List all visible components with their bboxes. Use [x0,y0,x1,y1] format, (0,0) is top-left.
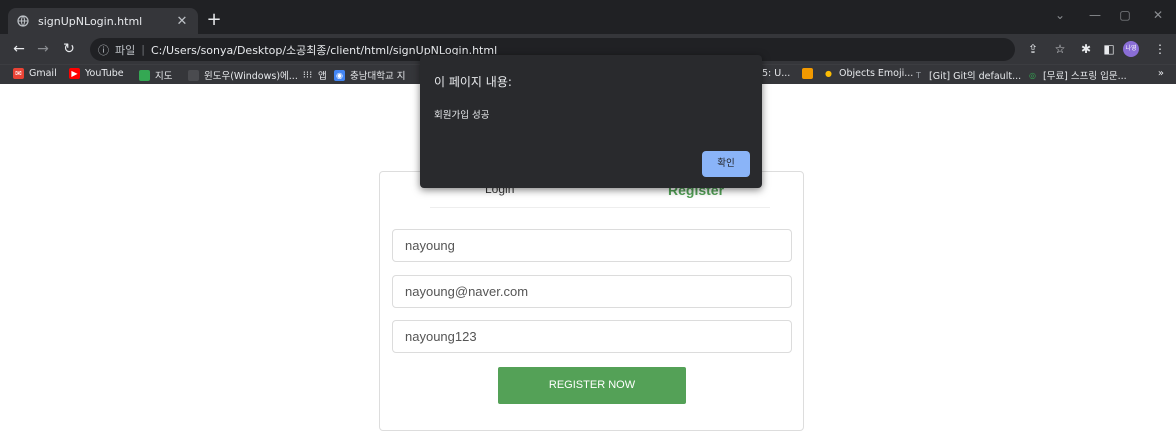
register-panel: Login Register nayoung nayoung@naver.com… [379,171,804,431]
bookmark-emoji[interactable]: ● Objects Emoji... [823,68,913,79]
bookmark-star-icon[interactable]: ☆ [1052,41,1068,57]
reload-icon[interactable]: ↻ [60,40,78,58]
gmail-icon: ✉ [13,68,24,79]
back-icon[interactable]: ← [10,40,28,58]
username-field[interactable]: nayoung [392,229,792,262]
tab-title: signUpNLogin.html [38,14,143,28]
password-field[interactable]: nayoung123 [392,320,792,353]
file-scheme-label: 파일 [115,43,136,57]
more-bookmarks-icon[interactable]: » [1158,68,1164,79]
orange-page-icon [802,68,813,79]
tab-divider [430,207,770,208]
address-separator: | [141,43,145,56]
bookmark-inflearn[interactable]: ◎ [무료] 스프링 입문... [1027,68,1127,83]
register-now-button[interactable]: REGISTER NOW [498,367,686,404]
close-window-icon[interactable]: ✕ [1143,8,1173,22]
minimize-icon[interactable]: — [1080,8,1110,22]
maps-icon [139,69,150,81]
git-icon: T [916,70,921,80]
maximize-icon[interactable]: ▢ [1110,8,1140,22]
bookmark-5u[interactable]: 5: U... [762,68,790,79]
blank-icon [188,69,199,81]
inflearn-icon: ◎ [1029,70,1036,80]
apps-grid-icon: ⁝⁝⁝ [302,69,313,81]
tab-search-icon[interactable]: ⌄ [1045,8,1075,22]
browser-tab[interactable]: signUpNLogin.html ✕ [8,8,198,34]
bookmark-orange[interactable] [802,68,818,79]
bookmark-youtube[interactable]: ▶ YouTube [69,68,124,79]
dialog-message: 회원가입 성공 [434,110,490,121]
profile-avatar[interactable]: 나영 [1123,41,1139,57]
info-icon[interactable]: ⓘ [98,42,109,58]
emoji-icon: ● [825,69,832,78]
bookmark-gmail[interactable]: ✉ Gmail [13,68,57,79]
bookmark-cnu[interactable]: ◉ 충남대학교 지 [334,68,405,82]
new-tab-icon[interactable]: + [204,10,224,30]
bookmark-windows[interactable]: 윈도우(Windows)에... [188,68,298,82]
menu-icon[interactable]: ⋮ [1152,41,1168,57]
side-panel-icon[interactable]: ◧ [1101,41,1117,57]
bookmark-maps[interactable]: 지도 [139,68,172,82]
bookmark-apps[interactable]: ⁝⁝⁝ 앱 [302,68,327,83]
browser-tabstrip: signUpNLogin.html ✕ + ⌄ — ▢ ✕ [0,0,1176,34]
bookmark-git[interactable]: T [Git] Git의 default... [913,68,1021,83]
forward-icon[interactable]: → [34,40,52,58]
dialog-title: 이 페이지 내용: [434,75,512,89]
email-field[interactable]: nayoung@naver.com [392,275,792,308]
alert-dialog: 이 페이지 내용: 회원가입 성공 확인 [420,55,762,188]
tab-close-icon[interactable]: ✕ [174,14,190,29]
globe-icon [16,14,30,28]
extensions-icon[interactable]: ✱ [1078,41,1094,57]
youtube-icon: ▶ [69,68,80,79]
cnu-icon: ◉ [334,69,345,81]
share-icon[interactable]: ⇪ [1025,41,1041,57]
dialog-ok-button[interactable]: 확인 [702,151,750,177]
